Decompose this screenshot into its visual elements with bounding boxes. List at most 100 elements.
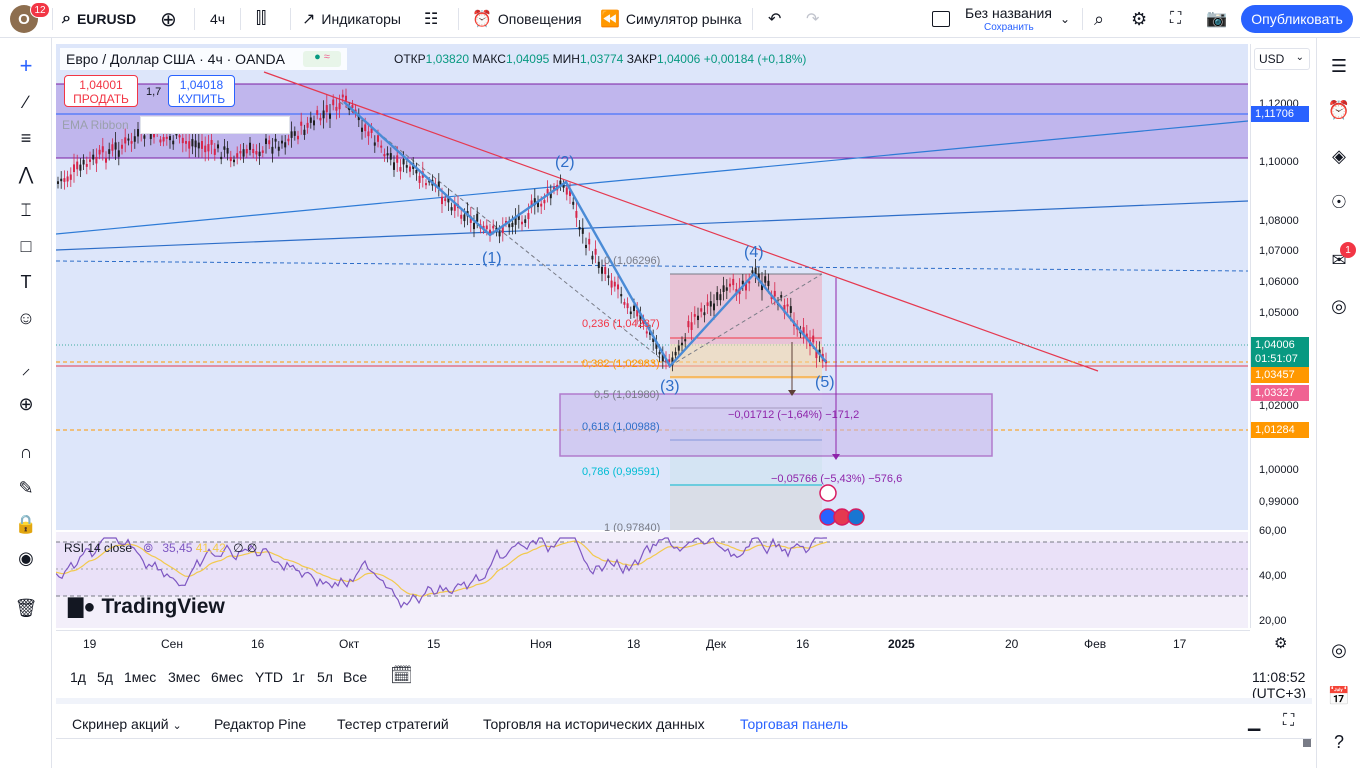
layout-name[interactable]: Без названия xyxy=(965,5,1052,21)
date-range-calendar-icon[interactable]: 🗓 xyxy=(390,665,413,686)
sell-button[interactable]: 1,04001 ПРОДАТЬ xyxy=(64,75,138,107)
lock-icon[interactable]: 🔒 xyxy=(10,508,42,540)
candle-body xyxy=(319,117,322,121)
candle-body xyxy=(601,266,603,274)
pencil-lock-icon[interactable]: ✎ xyxy=(10,472,42,504)
range-5d[interactable]: 5д xyxy=(97,669,113,685)
layout-menu-button[interactable]: ⌄ xyxy=(1060,0,1076,38)
fullscreen-button[interactable]: ⛶ xyxy=(1170,0,1187,38)
candle-body xyxy=(338,103,341,110)
alarm-clock-icon[interactable]: ⏰ xyxy=(1323,94,1355,126)
clock[interactable]: 11:08:52 (UTC+3) xyxy=(1252,669,1312,701)
shapes-icon[interactable]: □ xyxy=(10,230,42,262)
candle-body xyxy=(159,139,162,143)
chart-type-button[interactable]: ⫿⫿ xyxy=(256,0,272,38)
templates-button[interactable]: ☷ xyxy=(424,0,444,38)
undo-button[interactable]: ↶ xyxy=(768,0,787,38)
fib-retracement-icon[interactable]: ≡ xyxy=(10,122,42,154)
range-3m[interactable]: 3мес xyxy=(168,669,200,685)
candle-body xyxy=(261,150,264,153)
eye-icon[interactable]: ◉ xyxy=(10,542,42,574)
tradingview-logo[interactable]: ▇● TradingView xyxy=(68,594,225,619)
ruler-icon[interactable]: ⸝ xyxy=(10,352,42,384)
symbol-search-button[interactable]: ⌕ EURUSD xyxy=(62,0,136,38)
layout-checkbox[interactable] xyxy=(932,0,950,38)
range-1m[interactable]: 1мес xyxy=(124,669,156,685)
rsi-legend[interactable]: RSI 14 close ⦾ 35,45 41,42 ∅ ∅ xyxy=(64,541,257,556)
candle-body xyxy=(415,169,418,174)
resize-handle-icon[interactable] xyxy=(1303,739,1311,747)
candle-body xyxy=(300,121,303,126)
ideas-bulb-icon[interactable]: ☉ xyxy=(1323,186,1355,218)
candle-body xyxy=(252,148,255,154)
trend-line-icon[interactable]: ∕ xyxy=(10,86,42,118)
chevron-down-icon: ⌄ xyxy=(1295,52,1304,63)
replay-button[interactable]: ⏪ Симулятор рынка xyxy=(600,0,742,38)
tab-stock-screener[interactable]: Скринер акций ⌄ xyxy=(72,716,182,732)
range-ytd[interactable]: YTD xyxy=(255,669,283,685)
pattern-icon[interactable]: ⋀ xyxy=(10,158,42,190)
publish-button[interactable]: Опубликовать xyxy=(1241,5,1353,33)
layers-icon[interactable]: ◈ xyxy=(1323,140,1355,172)
price-axis[interactable]: USD ⌄ 1,12000 1,10000 1,08000 1,07000 1,… xyxy=(1250,44,1312,628)
candle-body xyxy=(729,283,731,287)
market-status-icon[interactable]: ● ≈ xyxy=(302,51,341,67)
tab-pine-editor[interactable]: Редактор Pine xyxy=(214,716,306,732)
candle-body xyxy=(210,140,213,145)
quick-search-button[interactable]: ⌕ xyxy=(1094,0,1110,38)
us-flag-icon[interactable] xyxy=(847,508,865,526)
rsi-settings-icon[interactable]: ⦾ xyxy=(143,541,153,555)
currency-select[interactable]: USD ⌄ xyxy=(1254,48,1310,70)
help-icon[interactable]: ? xyxy=(1323,726,1355,758)
wave-label-4: (4) xyxy=(744,244,764,261)
text-icon[interactable]: T xyxy=(10,266,42,298)
candle-body xyxy=(287,138,290,142)
candle-body xyxy=(169,136,171,141)
range-1y[interactable]: 1г xyxy=(292,669,305,685)
buy-button[interactable]: 1,04018 КУПИТЬ xyxy=(168,75,235,107)
tab-trading-panel[interactable]: Торговая панель xyxy=(740,716,848,732)
alerts-button[interactable]: ⏰ Оповещения xyxy=(472,0,582,38)
maximize-panel-icon[interactable]: ⛶ xyxy=(1283,712,1294,730)
settings-button[interactable]: ⚙ xyxy=(1131,0,1153,38)
time-tick: Сен xyxy=(161,637,183,651)
interval-button[interactable]: 4ч xyxy=(210,0,225,38)
tab-replay-trading[interactable]: Торговля на исторических данных xyxy=(483,716,705,732)
compare-symbol-button[interactable]: ⊕ xyxy=(160,0,183,38)
emoji-icon[interactable]: ☺ xyxy=(10,302,42,334)
forecast-icon[interactable]: ⌶ xyxy=(10,194,42,226)
minimize-panel-icon[interactable]: ▁ xyxy=(1248,712,1260,732)
price-tick: 1,02000 xyxy=(1259,400,1299,412)
buy-label: КУПИТЬ xyxy=(177,92,226,106)
tab-strategy-tester[interactable]: Тестер стратегий xyxy=(337,716,449,732)
ema-ribbon-legend[interactable]: EMA Ribbon xyxy=(62,118,129,132)
calendar-icon[interactable]: 📅 xyxy=(1323,680,1355,712)
streams-icon[interactable]: ◎ xyxy=(1323,290,1355,322)
trash-icon[interactable]: 🗑 xyxy=(10,592,42,624)
candle-body xyxy=(63,178,66,182)
sell-price: 1,04001 xyxy=(79,78,123,92)
target-icon[interactable]: ◎ xyxy=(1323,634,1355,666)
magnet-icon[interactable]: ∩ xyxy=(10,436,42,468)
chart-settings-gear-icon[interactable]: ⚙ xyxy=(1274,634,1287,652)
watchlist-icon[interactable]: ☰ xyxy=(1323,50,1355,82)
range-all[interactable]: Все xyxy=(343,669,367,685)
candle-body xyxy=(565,187,568,195)
range-6m[interactable]: 6мес xyxy=(211,669,243,685)
screenshot-button[interactable]: 📷 xyxy=(1206,0,1233,38)
candle-body xyxy=(373,142,376,146)
zoom-in-icon[interactable]: ⊕ xyxy=(10,388,42,420)
high-label: МАКС xyxy=(472,52,506,66)
rsi-title: RSI 14 close xyxy=(64,541,133,555)
indicators-button[interactable]: ↗ Индикаторы xyxy=(302,0,401,38)
time-axis[interactable]: 19 Сен 16 Окт 15 Ноя 18 Дек 16 2025 20 Ф… xyxy=(56,630,1287,656)
range-1d[interactable]: 1д xyxy=(70,669,86,685)
symbol-legend[interactable]: Евро / Доллар США · 4ч · OANDA ● ≈ xyxy=(60,48,347,70)
measure-label-1: −0,01712 (−1,64%) −171,2 xyxy=(728,409,860,421)
redo-button[interactable]: ↷ xyxy=(806,0,825,38)
range-5y[interactable]: 5л xyxy=(317,669,333,685)
crosshair-icon[interactable]: + xyxy=(10,50,42,82)
lightning-event-icon[interactable] xyxy=(819,484,837,502)
price-tick: 1,00000 xyxy=(1259,464,1299,476)
candle-body xyxy=(108,149,111,154)
